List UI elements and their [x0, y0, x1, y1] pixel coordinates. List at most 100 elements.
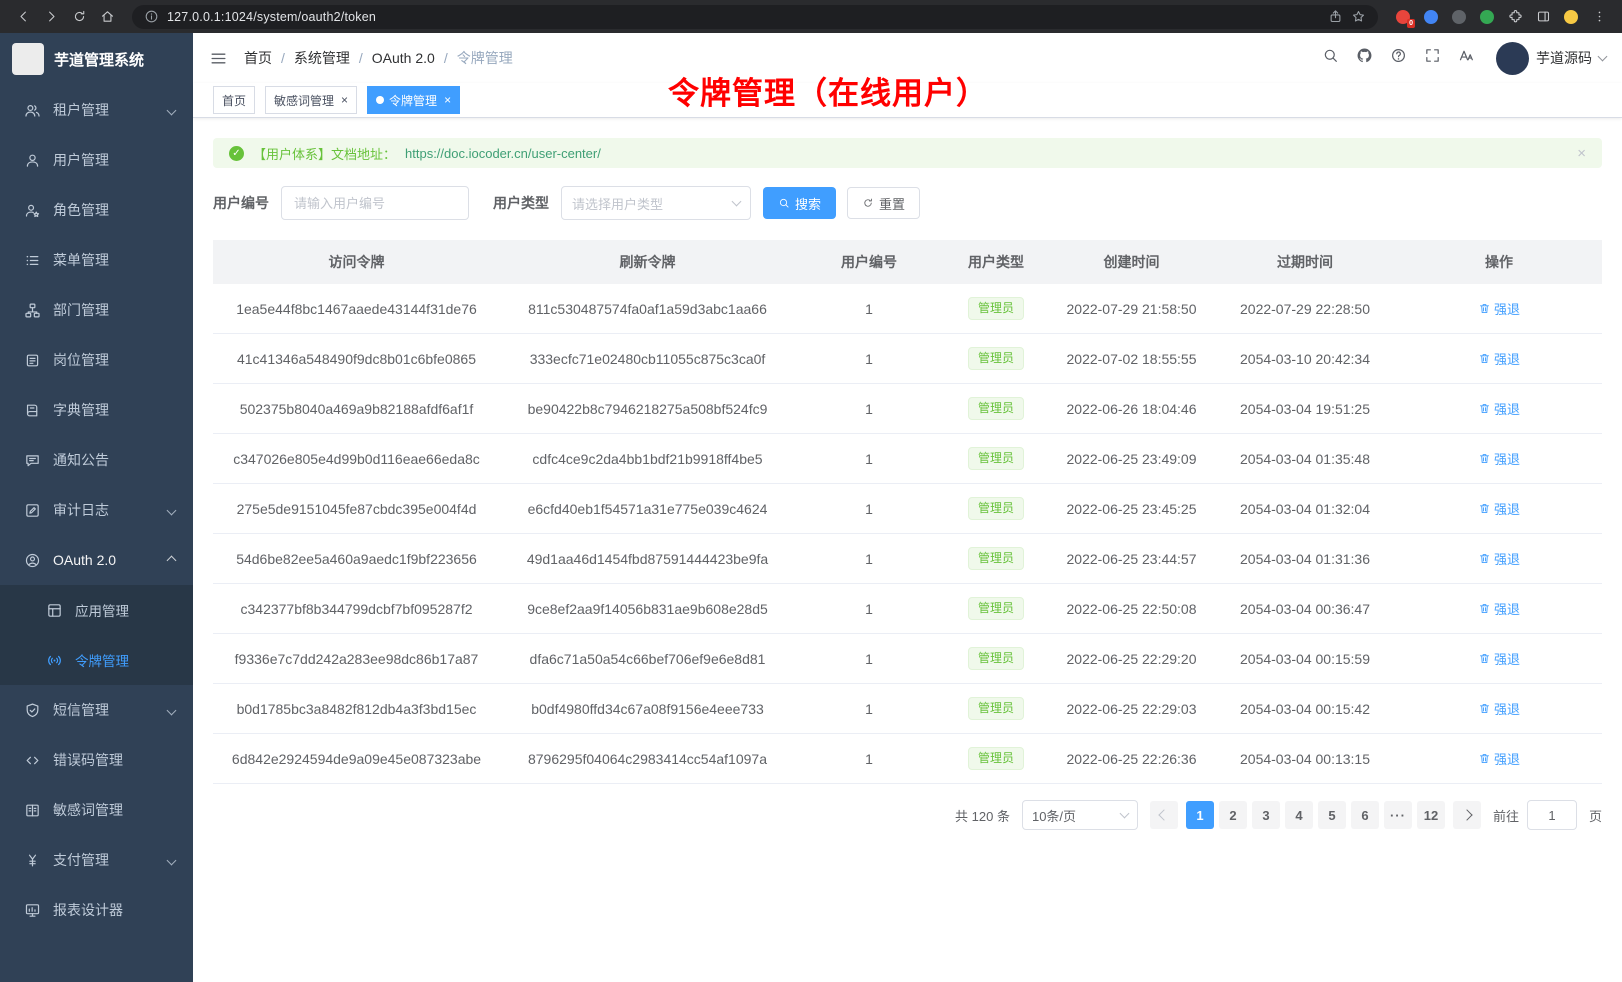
force-logout-button[interactable]: 强退 — [1478, 299, 1520, 318]
prev-page-button[interactable] — [1150, 801, 1178, 829]
url-text: 127.0.0.1:1024/system/oauth2/token — [167, 10, 376, 24]
force-logout-button[interactable]: 强退 — [1478, 649, 1520, 668]
force-logout-button[interactable]: 强退 — [1478, 399, 1520, 418]
token-icon — [46, 652, 63, 669]
extension-badge-count: 0 — [1407, 19, 1415, 28]
pager-more-button[interactable]: ··· — [1384, 801, 1412, 829]
user-id-input[interactable] — [281, 186, 469, 220]
chevron-down-icon — [167, 105, 177, 115]
sidebar-item-部门管理[interactable]: 部门管理 — [0, 285, 193, 335]
refresh-token-cell: cdfc4ce9c2da4bb1bdf21b9918ff4be5 — [500, 434, 795, 484]
trash-icon — [1478, 452, 1491, 465]
search-button[interactable]: 搜索 — [763, 187, 836, 219]
reset-button[interactable]: 重置 — [847, 187, 920, 219]
page-button-1[interactable]: 1 — [1186, 801, 1214, 829]
sidebar-item-敏感词管理[interactable]: 敏感词管理 — [0, 785, 193, 835]
table-row: 54d6be82ee5a460a9aedc1f9bf223656 49d1aa4… — [213, 534, 1602, 584]
home-icon — [100, 9, 115, 24]
sidebar-item-应用管理[interactable]: 应用管理 — [0, 585, 193, 635]
access-token-cell: c347026e805e4d99b0d116eae66eda8c — [213, 434, 500, 484]
extension-dark-icon[interactable] — [1446, 4, 1472, 30]
user-type-badge: 管理员 — [968, 597, 1024, 620]
sidebar-item-支付管理[interactable]: 支付管理 — [0, 835, 193, 885]
sidebar-item-菜单管理[interactable]: 菜单管理 — [0, 235, 193, 285]
breadcrumb-item[interactable]: OAuth 2.0 — [372, 50, 435, 66]
question-button[interactable] — [1390, 47, 1407, 69]
page-button-6[interactable]: 6 — [1351, 801, 1379, 829]
page-button-12[interactable]: 12 — [1417, 801, 1445, 829]
sidebar-item-岗位管理[interactable]: 岗位管理 — [0, 335, 193, 385]
user-type-select[interactable]: 请选择用户类型 — [561, 186, 751, 220]
home-button[interactable] — [94, 4, 120, 30]
goto-page-input[interactable] — [1527, 800, 1577, 830]
forward-button[interactable] — [38, 4, 64, 30]
page-button-2[interactable]: 2 — [1219, 801, 1247, 829]
tab-敏感词管理[interactable]: 敏感词管理× — [265, 86, 357, 114]
breadcrumb-item[interactable]: 系统管理 — [294, 48, 350, 68]
sidebar-item-令牌管理[interactable]: 令牌管理 — [0, 635, 193, 685]
create-time-cell: 2022-06-25 22:50:08 — [1049, 584, 1214, 634]
chevron-right-icon — [1461, 809, 1472, 820]
user-id-cell: 1 — [795, 384, 943, 434]
column-header: 用户类型 — [943, 240, 1049, 284]
access-token-cell: 502375b8040a469a9b82188afdf6af1f — [213, 384, 500, 434]
extension-red-icon[interactable]: 0 — [1390, 4, 1416, 30]
doc-link[interactable]: https://doc.iocoder.cn/user-center/ — [405, 146, 601, 161]
force-logout-button[interactable]: 强退 — [1478, 699, 1520, 718]
profile-avatar[interactable] — [1558, 4, 1584, 30]
sidebar-item-字典管理[interactable]: 字典管理 — [0, 385, 193, 435]
extension-blue-icon[interactable] — [1418, 4, 1444, 30]
sidebar-item-报表设计器[interactable]: 报表设计器 — [0, 885, 193, 935]
sidebar-item-租户管理[interactable]: 租户管理 — [0, 85, 193, 135]
tab-令牌管理[interactable]: 令牌管理× — [367, 86, 460, 114]
site-info-icon[interactable] — [144, 9, 159, 24]
sidebar-item-错误码管理[interactable]: 错误码管理 — [0, 735, 193, 785]
user-menu[interactable]: 芋道源码 — [1496, 42, 1606, 75]
force-logout-button[interactable]: 强退 — [1478, 349, 1520, 368]
search-button[interactable] — [1322, 47, 1339, 69]
chevron-down-icon — [1120, 809, 1130, 819]
next-page-button[interactable] — [1453, 801, 1481, 829]
sidebar-item-短信管理[interactable]: 短信管理 — [0, 685, 193, 735]
sidebar-menu: 租户管理用户管理角色管理菜单管理部门管理岗位管理字典管理通知公告审计日志OAut… — [0, 85, 193, 935]
force-logout-button[interactable]: 强退 — [1478, 749, 1520, 768]
alert-close-icon[interactable]: × — [1577, 145, 1586, 162]
sidebar-item-OAuth 2.0[interactable]: OAuth 2.0 — [0, 535, 193, 585]
extensions-puzzle-icon[interactable] — [1502, 4, 1528, 30]
github-button[interactable] — [1356, 47, 1373, 69]
extension-green-icon[interactable] — [1474, 4, 1500, 30]
sidebar-item-角色管理[interactable]: 角色管理 — [0, 185, 193, 235]
bookmark-star-icon[interactable] — [1351, 9, 1366, 24]
force-logout-button[interactable]: 强退 — [1478, 449, 1520, 468]
table-row: 41c41346a548490f9dc8b01c6bfe0865 333ecfc… — [213, 334, 1602, 384]
breadcrumb-item[interactable]: 首页 — [244, 48, 272, 68]
page-button-3[interactable]: 3 — [1252, 801, 1280, 829]
force-logout-button[interactable]: 强退 — [1478, 599, 1520, 618]
breadcrumb-item: 令牌管理 — [457, 48, 513, 68]
share-icon[interactable] — [1328, 9, 1343, 24]
sidebar-item-审计日志[interactable]: 审计日志 — [0, 485, 193, 535]
address-bar[interactable]: 127.0.0.1:1024/system/oauth2/token — [132, 5, 1378, 29]
user-id-cell: 1 — [795, 734, 943, 784]
close-icon[interactable]: × — [444, 94, 451, 106]
create-time-cell: 2022-06-26 18:04:46 — [1049, 384, 1214, 434]
font-size-button[interactable] — [1458, 47, 1475, 69]
question-icon — [1390, 47, 1407, 64]
page-size-select[interactable]: 10条/页 — [1022, 800, 1138, 830]
sidebar-item-用户管理[interactable]: 用户管理 — [0, 135, 193, 185]
hamburger-icon[interactable] — [209, 49, 228, 68]
side-panel-icon[interactable] — [1530, 4, 1556, 30]
fullscreen-button[interactable] — [1424, 47, 1441, 69]
tab-首页[interactable]: 首页 — [213, 86, 255, 114]
list-icon — [24, 252, 41, 269]
page-button-4[interactable]: 4 — [1285, 801, 1313, 829]
force-logout-button[interactable]: 强退 — [1478, 499, 1520, 518]
force-logout-button[interactable]: 强退 — [1478, 549, 1520, 568]
reload-button[interactable] — [66, 4, 92, 30]
close-icon[interactable]: × — [341, 94, 348, 106]
browser-menu-icon[interactable] — [1586, 4, 1612, 30]
sidebar-item-通知公告[interactable]: 通知公告 — [0, 435, 193, 485]
back-button[interactable] — [10, 4, 36, 30]
page-button-5[interactable]: 5 — [1318, 801, 1346, 829]
app-logo[interactable]: 芋道管理系统 — [0, 33, 193, 85]
